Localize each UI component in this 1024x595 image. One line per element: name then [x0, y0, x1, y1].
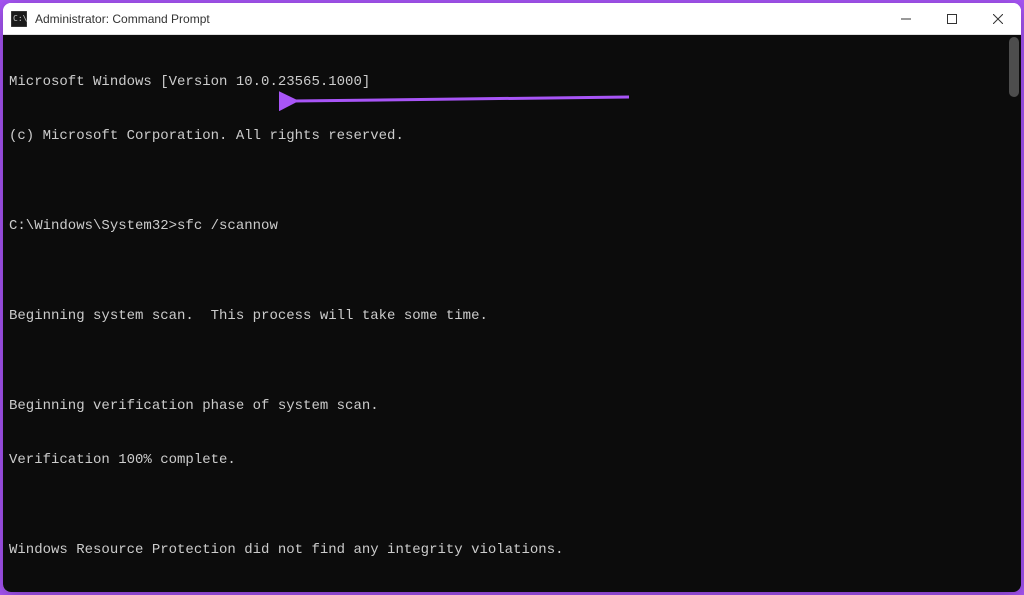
terminal-line: C:\Windows\System32>sfc /scannow [9, 217, 1015, 235]
titlebar[interactable]: C:\ Administrator: Command Prompt [3, 3, 1021, 35]
minimize-button[interactable] [883, 3, 929, 34]
terminal-line: Windows Resource Protection did not find… [9, 541, 1015, 559]
window-title: Administrator: Command Prompt [35, 12, 883, 26]
close-icon [993, 14, 1003, 24]
window-controls [883, 3, 1021, 34]
command-prompt-window: C:\ Administrator: Command Prompt [3, 3, 1021, 592]
terminal-area[interactable]: Microsoft Windows [Version 10.0.23565.10… [3, 35, 1021, 592]
terminal-line: Beginning verification phase of system s… [9, 397, 1015, 415]
maximize-icon [947, 14, 957, 24]
scrollbar[interactable] [1007, 35, 1021, 592]
maximize-button[interactable] [929, 3, 975, 34]
close-button[interactable] [975, 3, 1021, 34]
svg-text:C:\: C:\ [13, 14, 27, 23]
terminal-line: Verification 100% complete. [9, 451, 1015, 469]
app-icon: C:\ [11, 11, 27, 27]
minimize-icon [901, 14, 911, 24]
scrollbar-thumb[interactable] [1009, 37, 1019, 97]
terminal-output: Microsoft Windows [Version 10.0.23565.10… [9, 37, 1015, 592]
terminal-line: Beginning system scan. This process will… [9, 307, 1015, 325]
terminal-line: (c) Microsoft Corporation. All rights re… [9, 127, 1015, 145]
terminal-line: Microsoft Windows [Version 10.0.23565.10… [9, 73, 1015, 91]
